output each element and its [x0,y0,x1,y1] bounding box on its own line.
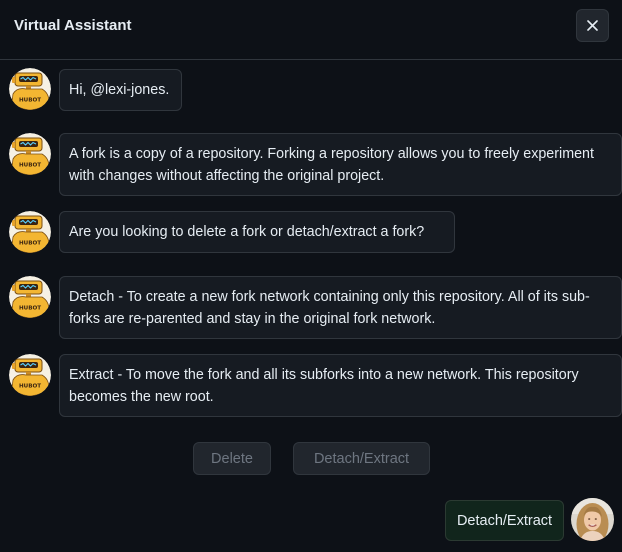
bot-message-text: Detach - To create a new fork network co… [69,289,590,327]
detach-extract-button[interactable]: Detach/Extract [293,442,430,475]
hubot-avatar [9,133,51,175]
bot-message-bubble: Are you looking to delete a fork or deta… [59,211,455,253]
user-message-bubble: Detach/Extract [445,500,564,541]
bot-message-bubble: A fork is a copy of a repository. Forkin… [59,133,622,196]
bot-message-text: A fork is a copy of a repository. Forkin… [69,146,594,184]
hubot-icon [9,133,51,175]
hubot-icon [9,68,51,110]
bot-message-text: Extract - To move the fork and all its s… [69,367,579,405]
hubot-avatar [9,276,51,318]
hubot-icon [9,211,51,253]
delete-button[interactable]: Delete [193,442,271,475]
window-title: Virtual Assistant [14,17,132,34]
assistant-header: Virtual Assistant [0,0,622,60]
bot-message-text: Hi, @lexi-jones. [69,82,170,98]
bot-message-bubble: Hi, @lexi-jones. [59,69,182,111]
bot-message-bubble: Extract - To move the fork and all its s… [59,354,622,417]
close-icon [587,20,598,31]
user-avatar-photo [571,498,614,541]
bot-message-text: Are you looking to delete a fork or deta… [69,224,425,240]
close-button[interactable] [576,9,609,42]
hubot-avatar [9,211,51,253]
user-message-text: Detach/Extract [456,512,553,529]
hubot-icon [9,276,51,318]
hubot-avatar [9,68,51,110]
user-avatar [571,498,614,541]
hubot-avatar [9,354,51,396]
bot-message-bubble: Detach - To create a new fork network co… [59,276,622,339]
hubot-icon [9,354,51,396]
